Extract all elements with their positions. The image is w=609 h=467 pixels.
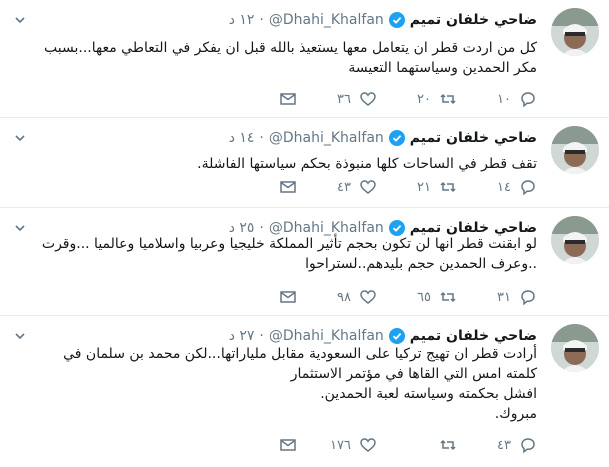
like-count: ٤٣ xyxy=(337,179,351,195)
reply-button[interactable]: ١٠ xyxy=(457,90,537,108)
display-name[interactable]: ضاحي خلفان تميم xyxy=(410,12,537,28)
timestamp[interactable]: ٢٧ د xyxy=(229,328,255,344)
tweet-text-line: ..وعرف الحمدين حجم بليدهم..لستراحوا xyxy=(305,256,537,272)
tweet-text-line: افشل بحكمته وسياسته لعبة الحمدين. xyxy=(320,386,537,402)
chevron-down-icon[interactable] xyxy=(14,330,26,342)
tweet[interactable]: ضاحي خلفان تميم @Dhahi_Khalfan · ٢٧ د أر… xyxy=(0,316,609,467)
heart-icon xyxy=(360,290,376,304)
avatar[interactable] xyxy=(551,8,599,56)
retweet-count: ٢١ xyxy=(417,179,431,195)
retweet-icon xyxy=(440,181,456,193)
tweet-text: لو ابقنت قطر انها لن تكون بحجم تأثير الم… xyxy=(22,234,537,274)
tweet-actions: ١٤ ٢١ ٤٣ xyxy=(269,176,537,198)
timestamp[interactable]: ١٤ د xyxy=(229,130,255,146)
reply-button[interactable]: ١٤ xyxy=(457,178,537,196)
separator-dot: · xyxy=(259,130,264,146)
retweet-button[interactable]: ٢٠ xyxy=(377,90,457,108)
heart-icon xyxy=(360,92,376,106)
tweet[interactable]: ضاحي خلفان تميم @Dhahi_Khalfan · ٢٥ د لو… xyxy=(0,208,609,316)
tweet-header: ضاحي خلفان تميم @Dhahi_Khalfan · ٢٧ د xyxy=(229,328,537,344)
verified-badge-icon xyxy=(388,328,405,344)
reply-icon xyxy=(521,438,535,454)
tweet-actions: ٣١ ٦٥ ٩٨ xyxy=(269,286,537,308)
chevron-down-icon[interactable] xyxy=(14,132,26,144)
chevron-down-icon[interactable] xyxy=(14,14,26,26)
envelope-icon xyxy=(280,181,296,193)
tweet-header: ضاحي خلفان تميم @Dhahi_Khalfan · ١٢ د xyxy=(229,12,537,28)
reply-count: ٣١ xyxy=(497,289,511,305)
separator-dot: · xyxy=(259,328,264,344)
tweet-text-line: كلمته امس التي القاها في مؤتمر الاستثمار xyxy=(290,366,537,382)
envelope-icon xyxy=(280,93,296,105)
direct-message-button[interactable] xyxy=(269,436,297,454)
reply-button[interactable]: ٤٣ xyxy=(457,436,537,454)
tweet-text: أرادت قطر ان تهيج تركيا على السعودية مقا… xyxy=(22,344,537,424)
tweet-actions: ٤٣ ١٧٦ xyxy=(269,434,537,456)
tweet-header: ضاحي خلفان تميم @Dhahi_Khalfan · ١٤ د xyxy=(229,130,537,146)
reply-icon xyxy=(521,180,535,196)
avatar[interactable] xyxy=(551,126,599,174)
retweet-count: ٦٥ xyxy=(417,289,431,305)
separator-dot: · xyxy=(259,12,264,28)
tweet-text-line: كل من اردت قطر ان يتعامل معها يستعيذ بال… xyxy=(44,40,537,56)
verified-badge-icon xyxy=(388,130,405,146)
avatar[interactable] xyxy=(551,324,599,372)
reply-count: ٤٣ xyxy=(497,437,511,453)
reply-button[interactable]: ٣١ xyxy=(457,288,537,306)
tweet-text-line: لو ابقنت قطر انها لن تكون بحجم تأثير الم… xyxy=(41,236,537,252)
tweet[interactable]: ضاحي خلفان تميم @Dhahi_Khalfan · ١٤ د تق… xyxy=(0,118,609,208)
tweet-text-line: مكر الحمدين وسياستهما التعيسة xyxy=(348,60,537,76)
retweet-button[interactable]: ٢١ xyxy=(377,178,457,196)
like-button[interactable]: ٣٦ xyxy=(297,90,377,108)
chevron-down-icon[interactable] xyxy=(14,222,26,234)
display-name[interactable]: ضاحي خلفان تميم xyxy=(410,130,537,146)
tweet-text: كل من اردت قطر ان يتعامل معها يستعيذ بال… xyxy=(22,38,537,78)
like-count: ١٧٦ xyxy=(330,437,351,453)
direct-message-button[interactable] xyxy=(269,178,297,196)
like-button[interactable]: ١٧٦ xyxy=(297,436,377,454)
direct-message-button[interactable] xyxy=(269,90,297,108)
avatar[interactable] xyxy=(551,216,599,264)
direct-message-button[interactable] xyxy=(269,288,297,306)
retweet-count: ٢٠ xyxy=(417,91,431,107)
display-name[interactable]: ضاحي خلفان تميم xyxy=(410,328,537,344)
tweet-text-line: تقف قطر في الساحات كلها منبوذة بحكم سياس… xyxy=(197,156,537,172)
envelope-icon xyxy=(280,291,296,303)
like-count: ٣٦ xyxy=(337,91,351,107)
retweet-icon xyxy=(440,439,456,451)
reply-count: ١٤ xyxy=(497,179,511,195)
tweet-actions: ١٠ ٢٠ ٣٦ xyxy=(269,88,537,110)
tweet-text-line: مبروك. xyxy=(494,406,537,422)
user-handle[interactable]: @Dhahi_Khalfan xyxy=(269,12,384,28)
timestamp[interactable]: ١٢ د xyxy=(229,12,255,28)
reply-icon xyxy=(521,290,535,306)
like-button[interactable]: ٩٨ xyxy=(297,288,377,306)
heart-icon xyxy=(360,180,376,194)
tweet[interactable]: ضاحي خلفان تميم @Dhahi_Khalfan · ١٢ د كل… xyxy=(0,0,609,118)
tweet-feed: ضاحي خلفان تميم @Dhahi_Khalfan · ١٢ د كل… xyxy=(0,0,609,467)
tweet-text: تقف قطر في الساحات كلها منبوذة بحكم سياس… xyxy=(22,154,537,174)
retweet-icon xyxy=(440,291,456,303)
retweet-button[interactable] xyxy=(377,436,457,454)
envelope-icon xyxy=(280,439,296,451)
retweet-button[interactable]: ٦٥ xyxy=(377,288,457,306)
like-button[interactable]: ٤٣ xyxy=(297,178,377,196)
user-handle[interactable]: @Dhahi_Khalfan xyxy=(269,328,384,344)
reply-count: ١٠ xyxy=(497,91,511,107)
like-count: ٩٨ xyxy=(337,289,351,305)
user-handle[interactable]: @Dhahi_Khalfan xyxy=(269,130,384,146)
reply-icon xyxy=(521,92,535,108)
heart-icon xyxy=(360,438,376,452)
tweet-text-line: أرادت قطر ان تهيج تركيا على السعودية مقا… xyxy=(63,346,537,362)
verified-badge-icon xyxy=(388,12,405,28)
retweet-icon xyxy=(440,93,456,105)
